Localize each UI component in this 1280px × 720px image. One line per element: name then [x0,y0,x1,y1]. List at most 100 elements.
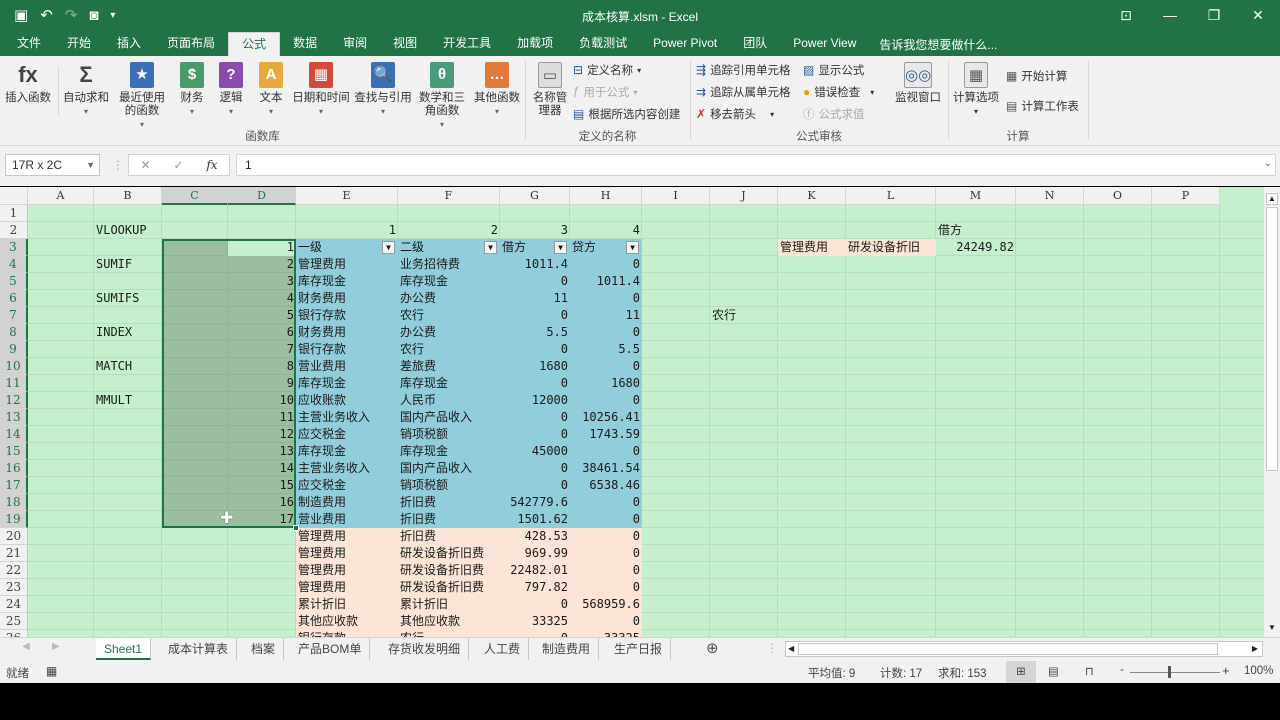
sheet-tab-7[interactable]: 生产日报 [606,638,672,660]
row-header-10[interactable]: 10 [0,358,28,375]
selection-number-cell[interactable]: 6 [228,324,296,341]
function-button-2[interactable]: ★ 最近使用的函数 ▾ [112,62,172,131]
table-cell[interactable]: 1680 [500,358,570,375]
tab-12[interactable]: 团队 [730,32,780,56]
table-cell[interactable]: 农行 [398,307,500,324]
trace-dependents-button[interactable]: ⇉ 追踪从属单元格 [696,84,791,100]
column-header-M[interactable]: M [936,187,1016,205]
table-cell[interactable]: 0 [570,290,642,307]
row-header-21[interactable]: 21 [0,545,28,562]
column-header-F[interactable]: F [398,187,500,205]
table-cell[interactable]: 管理费用 [296,528,398,545]
cell-M2[interactable]: 借方 [936,222,1016,239]
table-cell[interactable]: 折旧费 [398,528,500,545]
row-header-2[interactable]: 2 [0,222,28,239]
table-cell[interactable]: 969.99 [500,545,570,562]
table-cell[interactable]: 0 [570,494,642,511]
selection-number-cell[interactable]: 1 [228,239,296,256]
table-cell[interactable]: 销项税额 [398,477,500,494]
calculate-now-button[interactable]: ▦ 开始计算 [1006,68,1067,84]
error-checking-button[interactable]: ● 错误检查 ▾ [803,84,874,100]
minimize-button[interactable]: — [1148,0,1192,32]
header-index-cell[interactable]: 4 [570,222,642,239]
table-cell[interactable]: 797.82 [500,579,570,596]
selection-number-cell[interactable]: 13 [228,443,296,460]
column-header-H[interactable]: H [570,187,642,205]
table-cell[interactable]: 12000 [500,392,570,409]
function-button-3[interactable]: $ 财务 ▾ [176,62,208,118]
tab-9[interactable]: 加载项 [504,32,566,56]
table-cell[interactable]: 营业费用 [296,511,398,528]
table-cell[interactable]: 10256.41 [570,409,642,426]
chevron-down-icon[interactable]: ▼ [86,155,95,175]
worksheet-grid[interactable]: A B C D E F G H I J K L M N O P 1 2 3 4 5 6 7 8 9 10 11 12 13 14 15 16 1… [0,187,1264,637]
function-name-cell[interactable]: MATCH [94,358,162,375]
table-header-cell[interactable]: 二级 ▼ [398,239,500,256]
remove-arrows-button[interactable]: ✗ 移去箭头 ▾ [696,106,774,122]
selection-number-cell[interactable]: 16 [228,494,296,511]
column-header-C[interactable]: C [162,187,228,205]
tab-13[interactable]: Power View [780,32,869,56]
tab-10[interactable]: 负载测试 [566,32,640,56]
cell-K3[interactable]: 管理费用 [778,239,846,256]
tab-1[interactable]: 开始 [54,32,104,56]
table-cell[interactable]: 营业费用 [296,358,398,375]
row-header-11[interactable]: 11 [0,375,28,392]
table-cell[interactable]: 库存现金 [398,375,500,392]
table-cell[interactable]: 0 [500,307,570,324]
table-cell[interactable]: 0 [500,426,570,443]
function-button-9[interactable]: … 其他函数 ▾ [470,62,524,118]
scroll-down-icon[interactable]: ▼ [1266,623,1278,635]
table-cell[interactable]: 542779.6 [500,494,570,511]
table-cell[interactable]: 办公费 [398,290,500,307]
row-header-1[interactable]: 1 [0,205,28,222]
next-sheet-icon[interactable]: ▶ [52,641,60,652]
fill-handle[interactable] [293,525,299,531]
selection-number-cell[interactable]: 12 [228,426,296,443]
table-cell[interactable]: 1743.59 [570,426,642,443]
scroll-up-icon[interactable]: ▲ [1266,193,1278,205]
function-button-5[interactable]: A 文本 ▾ [254,62,288,118]
table-cell[interactable]: 库存现金 [296,375,398,392]
normal-view-icon[interactable]: ⊞ [1006,661,1036,683]
name-box[interactable]: 17R x 2C ▼ [5,154,100,176]
table-cell[interactable]: 0 [570,392,642,409]
header-index-cell[interactable]: 2 [398,222,500,239]
table-cell[interactable]: 0 [500,477,570,494]
zoom-slider-thumb[interactable] [1168,666,1171,678]
tab-2[interactable]: 插入 [104,32,154,56]
table-cell[interactable]: 研发设备折旧费 [398,545,500,562]
row-header-9[interactable]: 9 [0,341,28,358]
row-header-3[interactable]: 3 [0,239,28,256]
table-cell[interactable]: 折旧费 [398,511,500,528]
table-cell[interactable]: 办公费 [398,324,500,341]
table-cell[interactable]: 1011.4 [500,256,570,273]
tab-11[interactable]: Power Pivot [640,32,730,56]
row-header-5[interactable]: 5 [0,273,28,290]
horizontal-scrollbar[interactable]: ◀ ▶ [785,641,1263,657]
row-header-25[interactable]: 25 [0,613,28,630]
table-cell[interactable]: 0 [570,511,642,528]
table-cell[interactable]: 0 [570,545,642,562]
vertical-scroll-thumb[interactable] [1266,207,1278,471]
table-cell[interactable]: 5.5 [500,324,570,341]
function-name-cell[interactable]: MMULT [94,392,162,409]
table-cell[interactable]: 国内产品收入 [398,460,500,477]
row-header-22[interactable]: 22 [0,562,28,579]
table-cell[interactable]: 其他应收款 [398,613,500,630]
table-cell[interactable]: 应交税金 [296,477,398,494]
row-header-12[interactable]: 12 [0,392,28,409]
table-cell[interactable]: 0 [500,460,570,477]
selection-number-cell[interactable]: 5 [228,307,296,324]
table-cell[interactable]: 应收账款 [296,392,398,409]
selection-number-cell[interactable]: 3 [228,273,296,290]
zoom-slider[interactable] [1130,672,1220,673]
function-button-4[interactable]: ? 逻辑 ▾ [215,62,247,118]
function-button-1[interactable]: Σ 自动求和 ▾ [62,62,110,118]
insert-function-icon[interactable]: fx [206,158,217,172]
cell-L3[interactable]: 研发设备折旧 [846,239,936,256]
row-header-15[interactable]: 15 [0,443,28,460]
calculate-sheet-button[interactable]: ▤ 计算工作表 [1006,98,1079,114]
function-button-8[interactable]: θ 数学和三角函数 ▾ [412,62,472,131]
sheet-tab-1[interactable]: 成本计算表 [160,638,238,660]
